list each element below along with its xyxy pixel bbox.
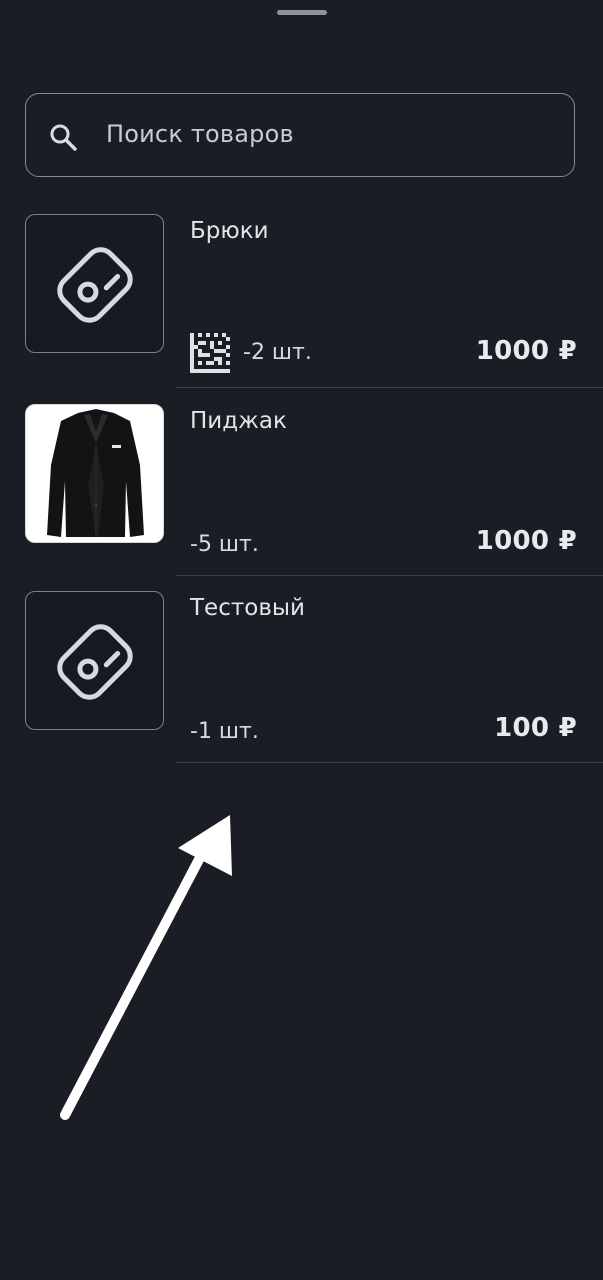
annotation-arrow [60,815,232,1120]
